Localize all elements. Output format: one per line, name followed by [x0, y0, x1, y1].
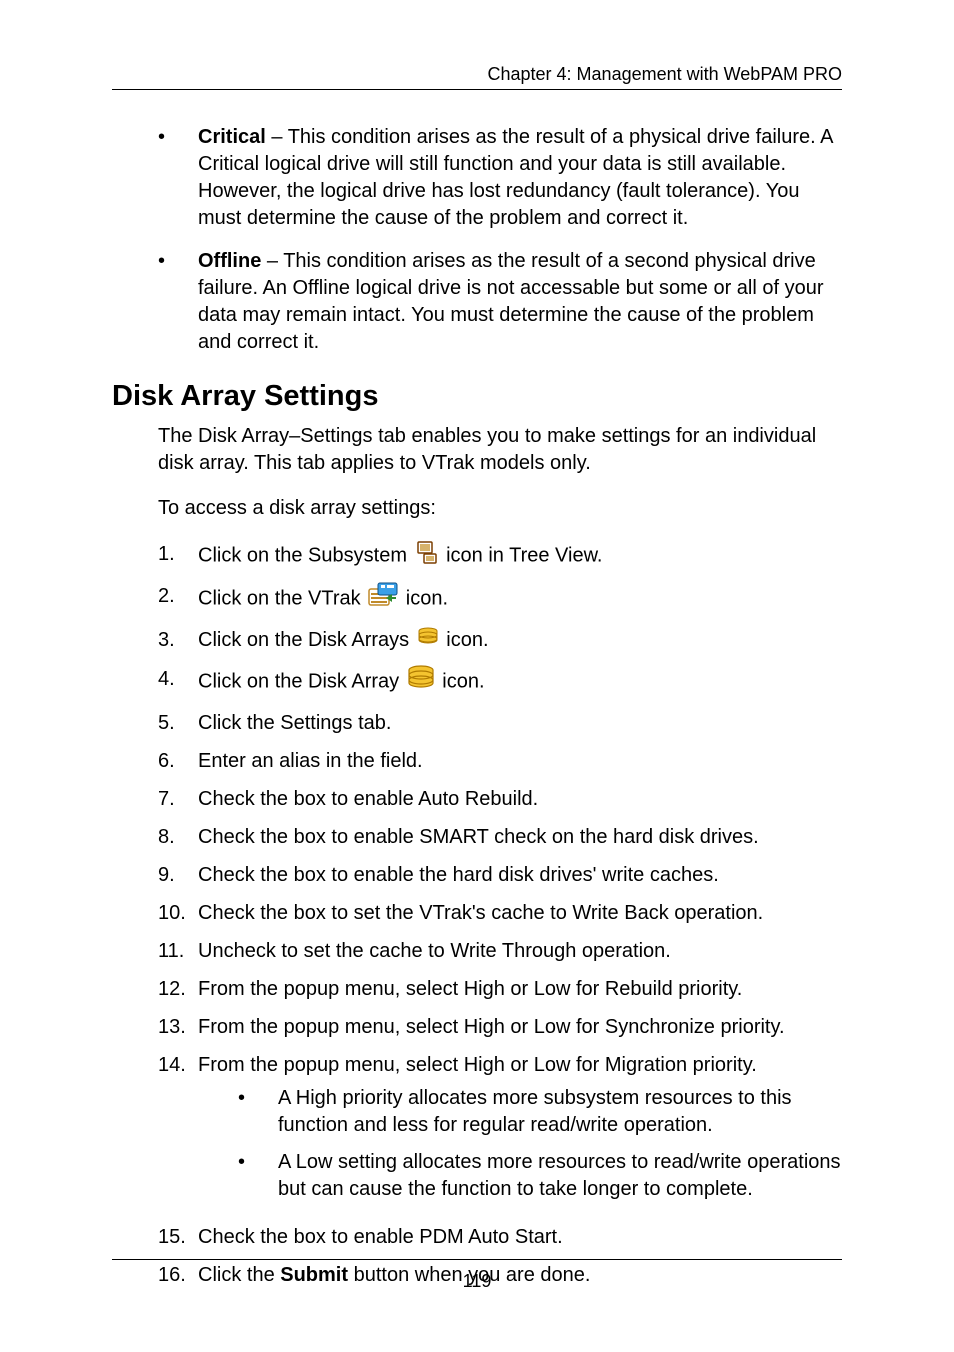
- step-text: Click on the Subsystem: [198, 544, 413, 566]
- step-14: From the popup menu, select High or Low …: [158, 1051, 842, 1213]
- step-10: Check the box to set the VTrak's cache t…: [158, 899, 842, 927]
- disk-array-icon: [407, 665, 435, 699]
- step-text: From the popup menu, select High or Low …: [198, 1054, 757, 1076]
- step-2: Click on the VTrak icon.: [158, 582, 842, 616]
- step-6: Enter an alias in the field.: [158, 747, 842, 775]
- bullet-bold: Offline: [198, 250, 261, 272]
- bullet-bold: Critical: [198, 126, 266, 148]
- step-text: icon in Tree View.: [446, 544, 602, 566]
- section-para2: To access a disk array settings:: [158, 495, 842, 522]
- section-para1: The Disk Array–Settings tab enables you …: [158, 423, 842, 477]
- step-7: Check the box to enable Auto Rebuild.: [158, 785, 842, 813]
- step-text: Enter an alias in the field.: [198, 747, 842, 775]
- sub-bullet: • A Low setting allocates more resources…: [238, 1149, 842, 1203]
- step-12: From the popup menu, select High or Low …: [158, 975, 842, 1003]
- step-text: Click on the Disk Array: [198, 670, 405, 692]
- bullet-text: – This condition arises as the result of…: [198, 250, 824, 353]
- step-text: Click on the Disk Arrays: [198, 629, 415, 651]
- step-3: Click on the Disk Arrays icon.: [158, 626, 842, 655]
- vtrak-icon: [368, 582, 398, 616]
- step-13: From the popup menu, select High or Low …: [158, 1013, 842, 1041]
- step-text: icon.: [442, 670, 484, 692]
- step-9: Check the box to enable the hard disk dr…: [158, 861, 842, 889]
- step-text: Click on the VTrak: [198, 587, 366, 609]
- page-header: Chapter 4: Management with WebPAM PRO: [112, 64, 842, 90]
- section-title: Disk Array Settings: [112, 380, 842, 413]
- step-text: Check the box to enable Auto Rebuild.: [198, 785, 842, 813]
- step-text: Check the box to enable SMART check on t…: [198, 823, 842, 851]
- step-text: icon.: [406, 587, 448, 609]
- sub-bullet-text: A High priority allocates more subsystem…: [278, 1085, 842, 1139]
- step-text: Check the box to enable PDM Auto Start.: [198, 1223, 842, 1251]
- sub-bullet: • A High priority allocates more subsyst…: [238, 1085, 842, 1139]
- page-number: 119: [112, 1271, 842, 1292]
- step-text: Uncheck to set the cache to Write Throug…: [198, 937, 842, 965]
- step-8: Check the box to enable SMART check on t…: [158, 823, 842, 851]
- step-text: Check the box to set the VTrak's cache t…: [198, 899, 842, 927]
- step-text: From the popup menu, select High or Low …: [198, 975, 842, 1003]
- sub-bullet-text: A Low setting allocates more resources t…: [278, 1149, 842, 1203]
- disk-arrays-icon: [417, 627, 439, 655]
- step-4: Click on the Disk Array icon.: [158, 665, 842, 699]
- step-text: From the popup menu, select High or Low …: [198, 1013, 842, 1041]
- step-5: Click the Settings tab.: [158, 709, 842, 737]
- footer-rule: [112, 1259, 842, 1260]
- step-15: Check the box to enable PDM Auto Start.: [158, 1223, 842, 1251]
- step-text: Check the box to enable the hard disk dr…: [198, 861, 842, 889]
- intro-bullet-offline: • Offline – This condition arises as the…: [158, 248, 842, 356]
- step-text: icon.: [446, 629, 488, 651]
- subsystem-icon: [415, 540, 439, 572]
- step-1: Click on the Subsystem icon in Tree View…: [158, 540, 842, 572]
- intro-bullet-critical: • Critical – This condition arises as th…: [158, 124, 842, 232]
- steps-list: Click on the Subsystem icon in Tree View…: [158, 540, 842, 1289]
- step-text: Click the Settings tab.: [198, 709, 842, 737]
- step-11: Uncheck to set the cache to Write Throug…: [158, 937, 842, 965]
- bullet-text: – This condition arises as the result of…: [198, 126, 832, 229]
